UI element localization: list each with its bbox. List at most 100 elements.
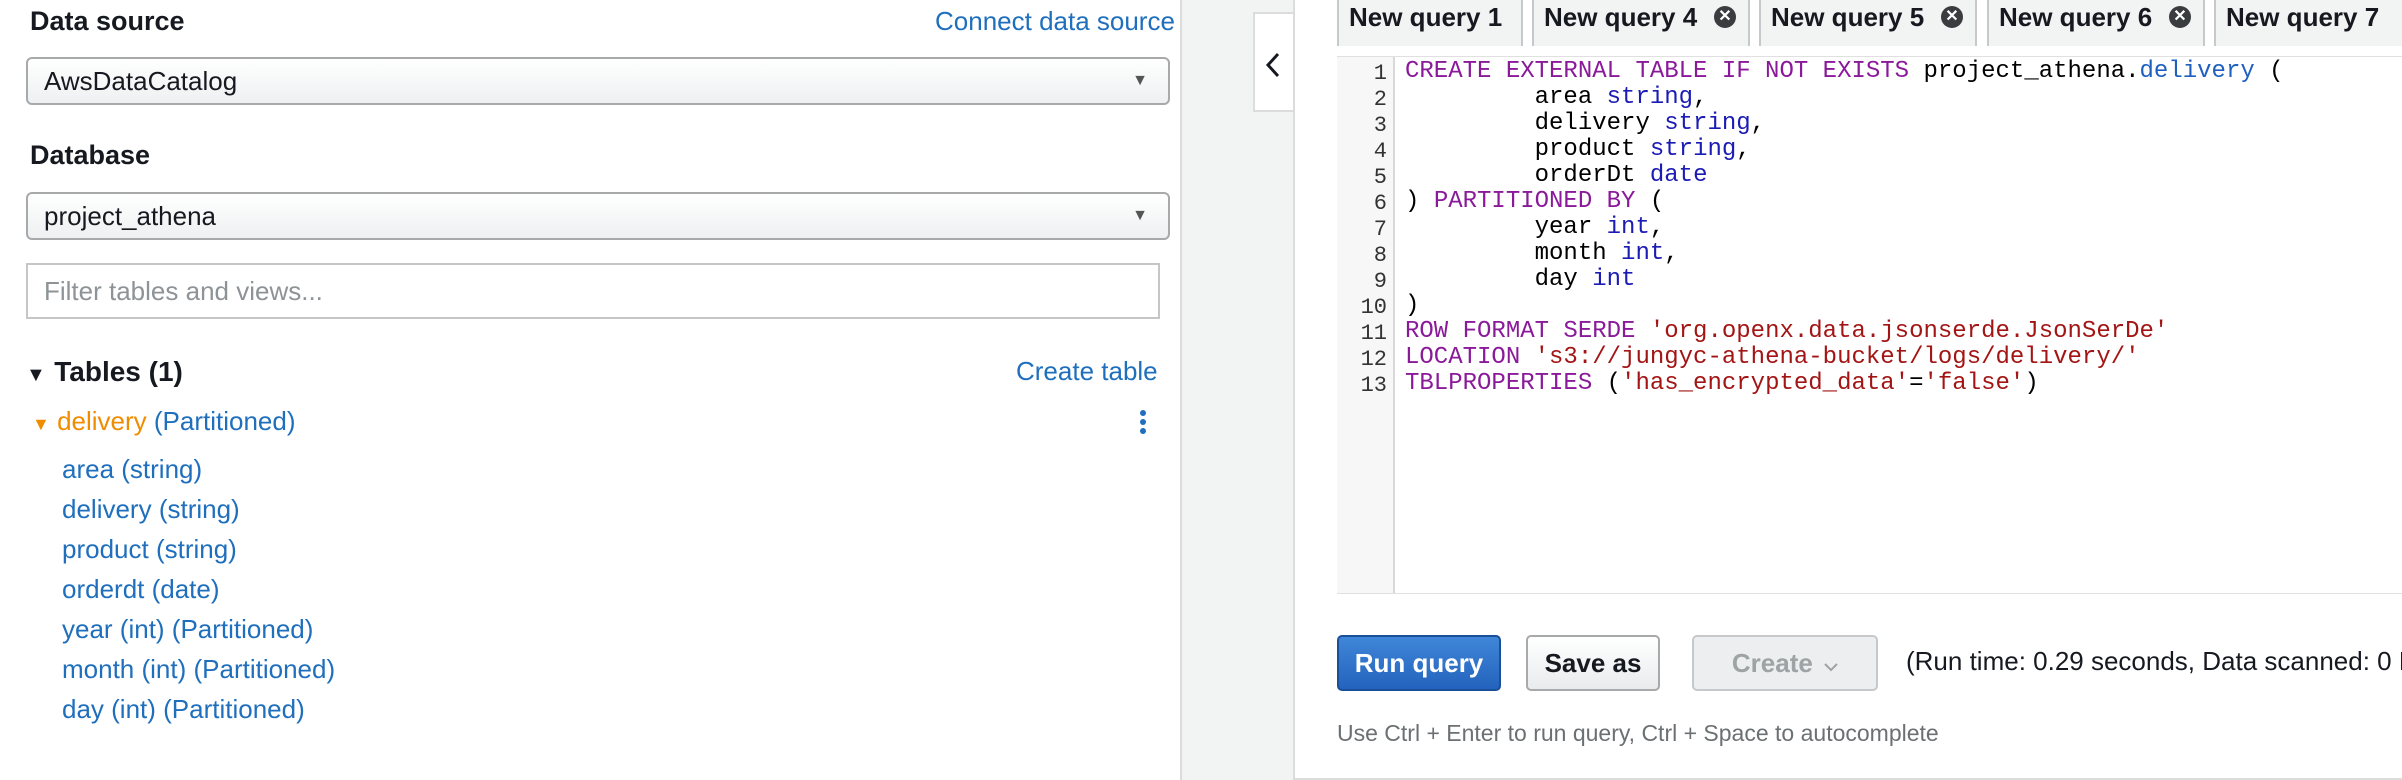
create-table-link[interactable]: Create table [1016, 356, 1158, 387]
line-number: 5 [1373, 165, 1387, 190]
line-number: 8 [1373, 243, 1387, 268]
sql-identifier: delivery [1534, 110, 1650, 137]
filter-tables-input[interactable]: Filter tables and views... [26, 263, 1160, 319]
sql-type: int [1606, 214, 1650, 241]
data-source-select[interactable]: AwsDataCatalog ▼ [26, 57, 1170, 105]
tab-new-query-7[interactable]: New query 7 [2214, 0, 2402, 46]
caret-down-icon: ▼ [32, 414, 50, 434]
column-item-year[interactable]: year (int) (Partitioned) [62, 614, 313, 645]
sql-punct: ) [1405, 292, 1420, 319]
close-icon[interactable]: ✕ [2169, 6, 2191, 28]
run-info-text: (Run time: 0.29 seconds, Data scanned: 0… [1906, 646, 2402, 676]
line-number: 7 [1373, 217, 1387, 242]
close-icon[interactable]: ✕ [1714, 6, 1736, 28]
database-label: Database [30, 140, 151, 170]
code-line-7: year int, [1405, 214, 1665, 241]
line-number: 4 [1373, 139, 1387, 164]
sql-type: date [1649, 162, 1708, 189]
tab-new-query-1[interactable]: New query 1 [1337, 0, 1523, 46]
sql-string: 'org.openx.data.jsonserde.JsonSerDe' [1649, 318, 2169, 345]
run-query-button[interactable]: Run query [1337, 635, 1501, 691]
data-source-label: Data source [30, 6, 185, 36]
tab-label: New query 4 [1544, 2, 1698, 32]
sql-punct: , [1649, 214, 1665, 241]
line-number-gutter: 1 2 3 4 5 6 7 8 9 10 11 12 13 [1337, 57, 1395, 593]
chevron-down-icon [1824, 663, 1838, 672]
table-item-delivery[interactable]: ▼ delivery (Partitioned) [32, 406, 296, 437]
line-number: 2 [1373, 87, 1387, 112]
sql-punct: ) [2024, 370, 2039, 397]
sql-identifier: product [1534, 136, 1636, 163]
chevron-left-icon [1265, 52, 1280, 78]
tab-label: New query 6 [1999, 2, 2153, 32]
sql-punct: ( [1592, 370, 1622, 397]
sql-type: string [1649, 136, 1737, 163]
code-line-4: product string, [1405, 137, 1751, 163]
data-source-value: AwsDataCatalog [44, 66, 238, 96]
line-number: 9 [1373, 269, 1387, 294]
sql-punct: , [1750, 110, 1766, 137]
create-button[interactable]: Create [1692, 635, 1878, 691]
database-value: project_athena [44, 201, 217, 231]
sql-punct: = [1909, 370, 1924, 397]
line-number: 10 [1360, 295, 1387, 320]
line-number: 11 [1360, 321, 1387, 346]
sql-type: string [1606, 84, 1694, 111]
sql-keyword: LOCATION [1405, 344, 1521, 371]
sql-keyword: CREATE EXTERNAL TABLE IF NOT EXISTS [1405, 58, 1910, 85]
sql-identifier: area [1534, 84, 1593, 111]
column-item-month[interactable]: month (int) (Partitioned) [62, 654, 335, 685]
line-number: 6 [1373, 191, 1387, 216]
caret-down-icon: ▼ [26, 364, 46, 386]
column-item-orderdt[interactable]: orderdt (date) [62, 574, 220, 605]
tab-label: New query 1 [1349, 2, 1503, 32]
sql-keyword: TBLPROPERTIES [1405, 370, 1593, 397]
sql-type: string [1664, 110, 1751, 137]
database-select[interactable]: project_athena ▼ [26, 192, 1170, 240]
code-line-2: area string, [1405, 84, 1708, 111]
collapse-panel-button[interactable] [1253, 12, 1295, 112]
sql-type: int [1592, 266, 1636, 293]
column-item-product[interactable]: product (string) [62, 534, 237, 565]
filter-placeholder: Filter tables and views... [44, 276, 323, 306]
table-partition-badge: (Partitioned) [153, 406, 296, 436]
sql-identifier: day [1534, 266, 1578, 293]
save-as-button[interactable]: Save as [1526, 635, 1660, 691]
code-line-13: TBLPROPERTIES ('has_encrypted_data'='fal… [1405, 371, 2039, 397]
line-number: 13 [1360, 373, 1387, 398]
sql-type: int [1621, 240, 1665, 267]
line-number: 12 [1360, 347, 1387, 372]
create-label: Create [1731, 648, 1813, 678]
close-icon[interactable]: ✕ [1941, 6, 1963, 28]
code-line-12: LOCATION 's3://jungyc-athena-bucket/logs… [1405, 345, 2140, 371]
sql-editor[interactable]: 1 2 3 4 5 6 7 8 9 10 11 12 13 CREATE EXT… [1337, 56, 2402, 594]
column-item-delivery[interactable]: delivery (string) [62, 494, 240, 525]
tab-label: New query 5 [1771, 2, 1925, 32]
sql-punct: ( [2254, 58, 2284, 85]
sql-string: 'has_encrypted_data' [1621, 370, 1910, 397]
column-item-area[interactable]: area (string) [62, 454, 202, 485]
tab-new-query-6[interactable]: New query 6 ✕ [1987, 0, 2205, 46]
connect-data-source-link[interactable]: Connect data source [935, 6, 1175, 37]
kebab-menu-icon[interactable] [1138, 409, 1148, 435]
sql-keyword: PARTITIONED BY [1433, 188, 1636, 215]
sql-punct: , [1736, 136, 1751, 163]
tab-label: New query 7 [2226, 2, 2380, 32]
code-line-11: ROW FORMAT SERDE 'org.openx.data.jsonser… [1405, 319, 2168, 345]
tab-new-query-4[interactable]: New query 4 ✕ [1532, 0, 1750, 46]
code-line-9: day int [1405, 266, 1636, 293]
sql-identifier: delivery [2139, 58, 2255, 85]
column-item-day[interactable]: day (int) (Partitioned) [62, 694, 305, 725]
line-number: 1 [1373, 61, 1387, 86]
tables-header: Tables (1) [54, 356, 183, 387]
code-line-5: orderDt date [1405, 162, 1708, 189]
sql-string: 's3://jungyc-athena-bucket/logs/delivery… [1534, 344, 2140, 371]
sql-keyword: ROW FORMAT SERDE [1405, 318, 1636, 345]
tab-new-query-5[interactable]: New query 5 ✕ [1759, 0, 1977, 46]
tables-section-toggle[interactable]: ▼ Tables (1) [26, 356, 183, 388]
sql-string: 'false' [1923, 370, 2025, 397]
sql-identifier: project_athena. [1909, 58, 2140, 85]
code-line-3: delivery string, [1405, 111, 1765, 137]
caret-down-icon: ▼ [1132, 72, 1148, 89]
keyboard-hint: Use Ctrl + Enter to run query, Ctrl + Sp… [1337, 720, 1939, 746]
